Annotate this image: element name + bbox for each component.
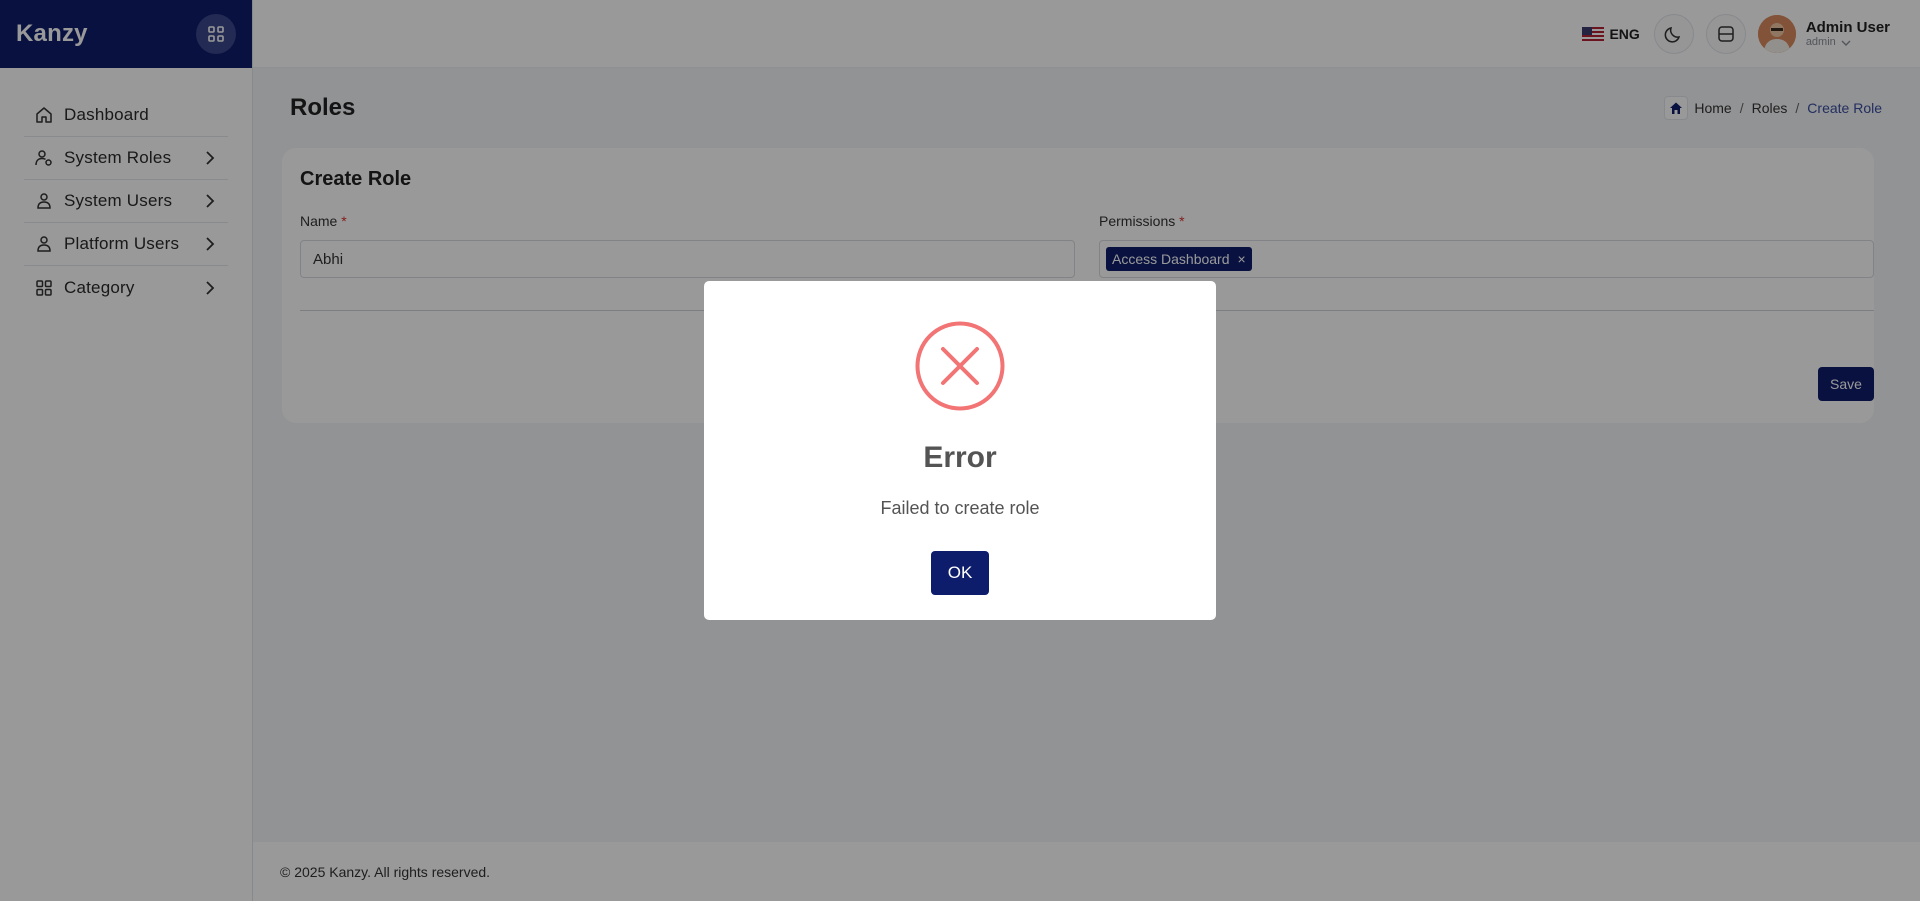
ok-button[interactable]: OK — [931, 551, 989, 595]
error-x-icon — [915, 321, 1005, 411]
dialog-title: Error — [923, 441, 997, 474]
error-dialog: Error Failed to create role OK — [704, 281, 1216, 620]
dialog-message: Failed to create role — [880, 498, 1040, 518]
